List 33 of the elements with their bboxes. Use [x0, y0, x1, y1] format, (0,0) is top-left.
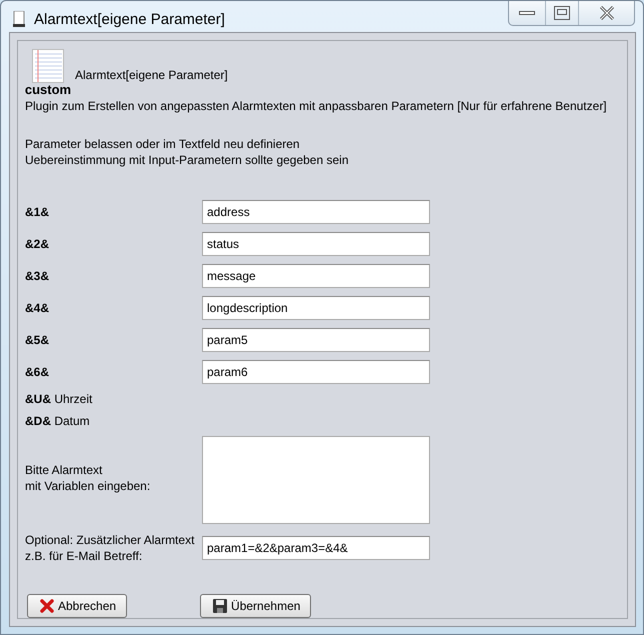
parameter-field[interactable]: address — [202, 200, 430, 224]
extra-text-label: z.B. für E-Mail Betreff: — [25, 548, 144, 564]
alarm-text-label: Bitte Alarmtext — [25, 462, 104, 478]
alarm-text-label: mit Variablen eingeben: — [25, 478, 152, 494]
parameter-field[interactable]: longdescription — [202, 296, 430, 320]
parameter-field[interactable]: status — [202, 232, 430, 256]
parameter-label: &1& — [25, 205, 50, 219]
save-button[interactable]: Übernehmen — [200, 594, 312, 618]
parameter-field[interactable]: param6 — [202, 360, 430, 384]
maximize-icon — [554, 6, 570, 20]
close-icon — [598, 6, 614, 20]
plugin-title: Alarmtext[eigene Parameter] — [75, 68, 228, 82]
minimize-icon — [519, 11, 535, 15]
parameter-field[interactable]: param5 — [202, 328, 430, 352]
hint-text: Uebereinstimmung mit Input-Parametern sollte gegeben sein — [25, 152, 350, 168]
document-icon — [12, 11, 26, 27]
extra-text-field[interactable]: param1=&2&param3=&4& — [202, 536, 430, 560]
icon-caption: custom — [24, 83, 72, 96]
plugin-description: Plugin zum Erstellen von angepassten Alarmtexten mit anpassbaren Parametern [Nur für erfahrene Benutzer] — [25, 98, 608, 115]
hint-text: Parameter belassen oder im Textfeld neu definieren — [25, 136, 301, 152]
notepad-icon — [32, 49, 64, 83]
cancel-button[interactable]: Abbrechen — [27, 594, 128, 618]
parameter-label: &3& — [25, 269, 50, 283]
variable-legend: &U& Uhrzeit — [25, 388, 627, 410]
variable-legend: &D& Datum — [25, 410, 627, 432]
close-icon — [40, 599, 54, 613]
extra-text-label: Optional: Zusätzlicher Alarmtext — [25, 532, 196, 548]
parameter-label: &4& — [25, 301, 50, 315]
parameter-label: &6& — [25, 365, 50, 379]
window-title: Alarmtext[eigene Parameter] — [34, 11, 226, 28]
parameter-label: &5& — [25, 333, 50, 347]
parameter-field[interactable]: message — [202, 264, 430, 288]
parameter-label: &2& — [25, 237, 50, 251]
